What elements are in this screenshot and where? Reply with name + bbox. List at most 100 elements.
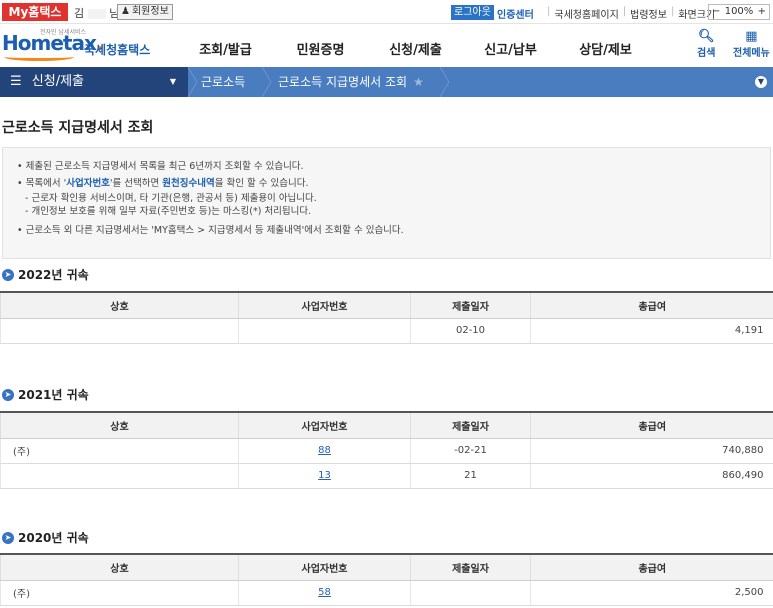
biz-number-link[interactable]: 88 [318, 445, 331, 456]
notice-text: '를 선택하면 [109, 178, 163, 189]
submit-date: -02-21 [410, 438, 531, 464]
year-title-label: 2021년 귀속 [18, 388, 89, 402]
zoom-control[interactable]: − 100% + [708, 4, 770, 20]
nav-civil-certificate[interactable]: 민원증명 [273, 39, 368, 58]
site-header: 전자민 납세서비스 Hometax. 국세청홈택스 조회/발급 민원증명 신청/… [0, 24, 773, 67]
notice-line: • 제출된 근로소득 지급명세서 목록을 최근 6년까지 조회할 수 있습니다. [17, 161, 304, 172]
notice-text: 제출된 근로소득 지급명세서 목록을 최근 6년까지 조회할 수 있습니다. [25, 161, 304, 172]
column-header: 상호 [0, 291, 239, 319]
column-header: 총급여 [530, 553, 773, 581]
masked-name [87, 9, 106, 19]
user-first-name: 김 [74, 7, 85, 20]
payment-table: 상호 사업자번호 제출일자 총급여 (주) 58 2,500 [0, 553, 773, 606]
favorite-star-icon[interactable]: ★ [413, 75, 424, 89]
cert-center-link[interactable]: 인증센터 [497, 6, 534, 21]
notice-line: • 근로소득 외 다른 지급명세서는 'MY홈택스 > 지급명세서 등 제출내역… [17, 225, 404, 236]
table-row: 13 21 860,490 [0, 463, 773, 489]
breadcrumb-level3[interactable]: 근로소득 지급명세서 조회 ★ [278, 67, 424, 97]
year-title-label: 2022년 귀속 [18, 268, 89, 282]
submit-date: 02-10 [410, 318, 531, 344]
law-info-link[interactable]: 법령정보 [630, 6, 667, 21]
biz-number-cell [238, 318, 411, 344]
page-title: 근로소득 지급명세서 조회 [2, 120, 154, 136]
breadcrumb-main-label: 신청/제출 [31, 74, 85, 89]
column-header: 사업자번호 [238, 291, 411, 319]
biz-number-link[interactable]: 13 [318, 470, 331, 481]
search-button[interactable]: 🔍︎ 검색 [697, 29, 716, 60]
table-row: (주) 88 -02-21 740,880 [0, 438, 773, 464]
payment-table: 상호 사업자번호 제출일자 총급여 02-10 4,191 [0, 291, 773, 344]
notice-box: • 제출된 근로소득 지급명세서 목록을 최근 6년까지 조회할 수 있습니다.… [2, 147, 771, 259]
column-header: 사업자번호 [238, 553, 411, 581]
nts-homepage-link[interactable]: 국세청홈페이지 [554, 6, 618, 21]
company-name: (주) [0, 438, 239, 464]
total-pay: 740,880 [530, 438, 773, 464]
column-header: 제출일자 [410, 553, 531, 581]
my-hometax-button[interactable]: My홈택스 [2, 3, 68, 21]
zoom-in-icon[interactable]: + [758, 5, 766, 19]
user-name: 김 님 [74, 5, 119, 21]
breadcrumb-level2[interactable]: 근로소득 [201, 67, 245, 97]
main-nav: 조회/발급 민원증명 신청/제출 신고/납부 상담/제보 [178, 39, 653, 58]
submit-date: 21 [410, 463, 531, 489]
total-pay: 860,490 [530, 463, 773, 489]
all-menu-label: 전체메뉴 [733, 48, 770, 59]
submit-date [410, 580, 531, 606]
breadcrumb-separator-icon [262, 67, 272, 97]
divider: | [547, 6, 551, 17]
notice-sub-line: - 근로자 확인용 서비스이며, 타 기관(은행, 관공서 등) 제출용이 아닙… [25, 193, 317, 204]
column-header: 총급여 [530, 411, 773, 439]
breadcrumb-level3-label: 근로소득 지급명세서 조회 [278, 75, 408, 89]
notice-text: 근로소득 외 다른 지급명세서는 'MY홈택스 > 지급명세서 등 제출내역'에… [25, 225, 404, 236]
arrow-circle-icon: ➤ [2, 388, 14, 401]
search-icon: 🔍︎ [697, 29, 715, 44]
column-header: 총급여 [530, 291, 773, 319]
nav-apply-submit[interactable]: 신청/제출 [368, 39, 463, 58]
member-info-button[interactable]: ♟ 회원정보 [117, 4, 173, 20]
logo-brand: 국세청홈택스 [84, 43, 151, 57]
utility-links: | 국세청홈페이지 | 법령정보 | 화면크기 [547, 6, 715, 21]
caret-down-icon: ▼ [169, 77, 176, 86]
column-header: 상호 [0, 553, 239, 581]
search-label: 검색 [697, 48, 716, 59]
company-name: (주) [0, 580, 239, 606]
nav-inquiry-issue[interactable]: 조회/발급 [178, 39, 273, 58]
hamburger-icon: ☰ [10, 74, 22, 89]
logout-button[interactable]: 로그아웃 [451, 5, 494, 20]
company-name [0, 318, 239, 344]
biz-number-cell: 13 [238, 463, 411, 489]
column-header: 제출일자 [410, 411, 531, 439]
breadcrumb-main-menu[interactable]: ☰ 신청/제출 ▼ [0, 67, 188, 97]
breadcrumb-separator-icon [440, 67, 450, 97]
nav-consult-report[interactable]: 상담/제보 [558, 39, 653, 58]
expand-circle-icon[interactable]: ▼ [755, 76, 767, 88]
notice-highlight: 원천징수내역 [162, 178, 215, 189]
notice-text: 을 확인 할 수 있습니다. [214, 178, 309, 189]
payment-table: 상호 사업자번호 제출일자 총급여 (주) 88 -02-21 740,880 … [0, 411, 773, 489]
column-header: 상호 [0, 411, 239, 439]
year-section-title: ➤ 2021년 귀속 [2, 386, 89, 403]
breadcrumb-separator-icon [188, 67, 198, 97]
notice-sub-line: - 개인정보 보호를 위해 일부 자료(주민번호 등)는 마스킹(*) 처리됩니… [25, 206, 312, 217]
biz-number-cell: 88 [238, 438, 411, 464]
zoom-out-icon[interactable]: − [712, 5, 720, 19]
member-info-label: 회원정보 [131, 6, 169, 17]
top-utility-bar: My홈택스 김 님 ♟ 회원정보 로그아웃 인증센터 | 국세청홈페이지 | 법… [0, 0, 773, 24]
total-pay: 4,191 [530, 318, 773, 344]
column-header: 사업자번호 [238, 411, 411, 439]
biz-number-link[interactable]: 58 [318, 587, 331, 598]
person-icon: ♟ [121, 6, 130, 17]
grid-icon: ▦ [745, 29, 758, 44]
all-menu-button[interactable]: ▦ 전체메뉴 [733, 29, 770, 60]
hometax-logo[interactable]: 전자민 납세서비스 Hometax. 국세청홈택스 [2, 27, 152, 63]
notice-highlight: 사업자번호 [66, 178, 110, 189]
nav-report-pay[interactable]: 신고/납부 [463, 39, 558, 58]
table-row: (주) 58 2,500 [0, 580, 773, 606]
table-row: 02-10 4,191 [0, 318, 773, 344]
arrow-circle-icon: ➤ [2, 531, 14, 544]
column-header: 제출일자 [410, 291, 531, 319]
notice-text: 목록에서 ' [25, 178, 67, 189]
year-section-title: ➤ 2022년 귀속 [2, 266, 89, 283]
zoom-level: 100% [724, 6, 754, 17]
year-section-title: ➤ 2020년 귀속 [2, 529, 89, 546]
